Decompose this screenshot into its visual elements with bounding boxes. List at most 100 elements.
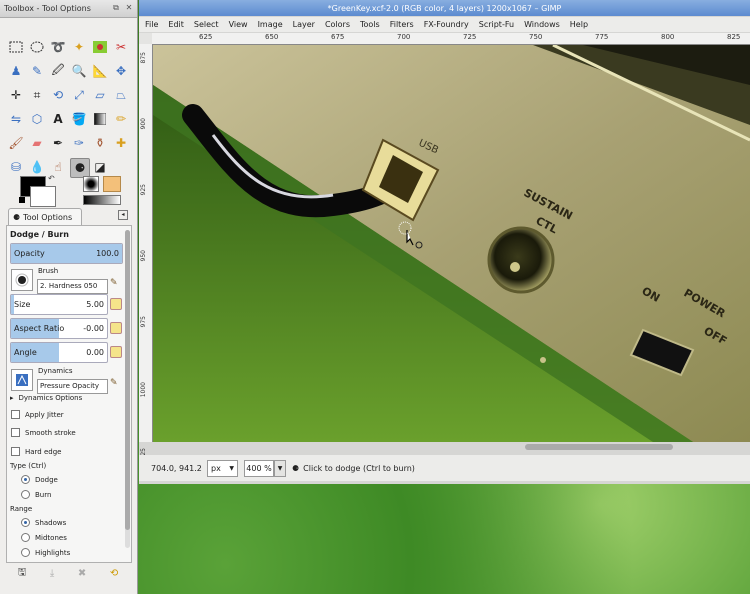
- cage-transform-icon[interactable]: ⬡: [28, 110, 46, 128]
- paths-icon[interactable]: ✎: [28, 62, 46, 80]
- apply-jitter-checkbox[interactable]: Apply Jitter: [11, 410, 64, 419]
- tab-menu-icon[interactable]: ◂: [118, 210, 128, 220]
- radio-highlights[interactable]: Highlights: [21, 548, 70, 557]
- horizontal-ruler[interactable]: 625 650 675 700 725 750 775 800 825: [152, 33, 750, 45]
- perspective-clone-icon[interactable]: ⛁: [7, 158, 25, 176]
- menu-help[interactable]: Help: [570, 20, 588, 29]
- dynamics-name-field[interactable]: Pressure Opacity: [37, 379, 108, 394]
- dodge-burn-icon[interactable]: ⚈: [70, 158, 90, 178]
- close-icon[interactable]: ✕: [124, 3, 134, 13]
- airbrush-icon[interactable]: ✒: [49, 134, 67, 152]
- ink-icon[interactable]: ✑: [70, 134, 88, 152]
- save-options-icon[interactable]: 🖫: [18, 565, 27, 582]
- brush-edit-icon[interactable]: ✎: [110, 278, 118, 288]
- lasso-icon[interactable]: ➰: [49, 38, 67, 56]
- crop-icon[interactable]: ⌗: [28, 86, 46, 104]
- h-scroll-thumb[interactable]: [525, 444, 673, 450]
- image-canvas[interactable]: USB SUSTAIN CTL POWER ON OFF: [153, 45, 750, 442]
- restore-icon[interactable]: ⧉: [111, 3, 121, 13]
- size-reset-icon[interactable]: [110, 298, 122, 310]
- reset-options-icon[interactable]: ⟲: [110, 568, 118, 579]
- foreground-select-icon[interactable]: ♟: [7, 62, 25, 80]
- dynamics-edit-icon[interactable]: ✎: [110, 378, 118, 388]
- toolbox-titlebar[interactable]: Toolbox - Tool Options ⧉ ✕: [0, 0, 137, 18]
- menu-filters[interactable]: Filters: [390, 20, 414, 29]
- tab-tool-options[interactable]: ⚈ Tool Options: [8, 208, 82, 225]
- zoom-dropdown-icon[interactable]: ▼: [274, 459, 286, 477]
- panel-scrollbar[interactable]: [125, 230, 130, 548]
- dynamics-options-expander[interactable]: ▸ Dynamics Options: [10, 394, 82, 402]
- scroll-thumb[interactable]: [125, 230, 130, 530]
- vertical-ruler[interactable]: 87590092595097510001025: [139, 44, 153, 463]
- scissors-icon[interactable]: ✂: [112, 38, 130, 56]
- menu-colors[interactable]: Colors: [325, 20, 350, 29]
- flip-icon[interactable]: ⇋: [7, 110, 25, 128]
- aspect-ratio-slider[interactable]: Aspect Ratio -0.00: [10, 318, 108, 339]
- radio-dodge[interactable]: Dodge: [21, 475, 58, 484]
- horizontal-scrollbar[interactable]: [153, 442, 750, 452]
- menu-edit[interactable]: Edit: [168, 20, 184, 29]
- menu-tools[interactable]: Tools: [360, 20, 380, 29]
- angle-reset-icon[interactable]: [110, 346, 122, 358]
- color-picker-icon[interactable]: 🖉: [49, 62, 67, 80]
- ellipse-select-icon[interactable]: [28, 38, 46, 56]
- menu-layer[interactable]: Layer: [293, 20, 315, 29]
- radio-burn[interactable]: Burn: [21, 490, 51, 499]
- brush-name-field[interactable]: 2. Hardness 050: [37, 279, 108, 294]
- aspect-ratio-reset-icon[interactable]: [110, 322, 122, 334]
- range-group-label: Range: [10, 505, 33, 513]
- perspective-icon[interactable]: ⏢: [112, 86, 130, 104]
- scale-icon[interactable]: ⤢: [70, 86, 88, 104]
- blur-sharpen-icon[interactable]: 💧: [28, 158, 46, 176]
- background-color-swatch[interactable]: [30, 186, 56, 207]
- eraser-icon[interactable]: ▰: [28, 134, 46, 152]
- swap-colors-icon[interactable]: ↶: [48, 174, 55, 183]
- bucket-fill-icon[interactable]: 🪣: [70, 110, 88, 128]
- measure-icon[interactable]: 📐: [91, 62, 109, 80]
- pencil-icon[interactable]: ✏: [112, 110, 130, 128]
- gradient-swatch[interactable]: [83, 195, 121, 205]
- heal-icon[interactable]: ✚: [112, 134, 130, 152]
- image-window: *GreenKey.xcf-2.0 (RGB color, 4 layers) …: [139, 0, 750, 484]
- zoom-field[interactable]: 400 %: [244, 459, 274, 477]
- menu-file[interactable]: File: [145, 20, 158, 29]
- toolbox-window: Toolbox - Tool Options ⧉ ✕ ➰ ✦ ✂ ♟ ✎ 🖉 🔍…: [0, 0, 138, 594]
- opacity-slider[interactable]: Opacity 100.0: [10, 243, 123, 264]
- fuzzy-select-icon[interactable]: ✦: [70, 38, 88, 56]
- rotate-icon[interactable]: ⟲: [49, 86, 67, 104]
- menu-image[interactable]: Image: [258, 20, 283, 29]
- status-bar: 704.0, 941.2 px 400 % ▼ ⚈ Click to dodge…: [139, 455, 750, 481]
- restore-options-icon[interactable]: ⤓: [50, 568, 54, 579]
- clone-icon[interactable]: ⚱: [91, 134, 109, 152]
- angle-slider[interactable]: Angle 0.00: [10, 342, 108, 363]
- unit-select[interactable]: px: [207, 459, 238, 477]
- shear-icon[interactable]: ▱: [91, 86, 109, 104]
- menu-fx-foundry[interactable]: FX-Foundry: [424, 20, 469, 29]
- dynamics-preview[interactable]: [11, 369, 33, 391]
- menu-windows[interactable]: Windows: [524, 20, 560, 29]
- pattern-swatch[interactable]: [103, 176, 121, 192]
- smooth-stroke-checkbox[interactable]: Smooth stroke: [11, 428, 76, 437]
- rect-select-icon[interactable]: [7, 38, 25, 56]
- align-icon[interactable]: ✛: [7, 86, 25, 104]
- menu-select[interactable]: Select: [194, 20, 219, 29]
- paintbrush-icon[interactable]: 🖌: [7, 134, 25, 152]
- image-window-titlebar[interactable]: *GreenKey.xcf-2.0 (RGB color, 4 layers) …: [139, 0, 750, 16]
- radio-midtones[interactable]: Midtones: [21, 533, 67, 542]
- blend-icon[interactable]: [91, 110, 109, 128]
- move-icon[interactable]: ✥: [112, 62, 130, 80]
- zoom-icon[interactable]: 🔍: [70, 62, 88, 80]
- menu-view[interactable]: View: [229, 20, 248, 29]
- brush-preview[interactable]: [11, 269, 33, 291]
- menu-script-fu[interactable]: Script-Fu: [479, 20, 514, 29]
- hard-edge-checkbox[interactable]: Hard edge: [11, 447, 61, 456]
- text-tool-icon[interactable]: A: [49, 110, 67, 128]
- brush-swatch[interactable]: [83, 176, 99, 192]
- delete-options-icon[interactable]: ✖: [78, 568, 86, 579]
- radio-shadows[interactable]: Shadows: [21, 518, 66, 527]
- default-colors-icon[interactable]: [19, 197, 25, 203]
- gegl-operation-icon[interactable]: ◪: [91, 158, 109, 176]
- size-slider[interactable]: Size 5.00: [10, 294, 108, 315]
- select-by-color-icon[interactable]: [91, 38, 109, 56]
- aspect-ratio-label: Aspect Ratio: [14, 324, 65, 333]
